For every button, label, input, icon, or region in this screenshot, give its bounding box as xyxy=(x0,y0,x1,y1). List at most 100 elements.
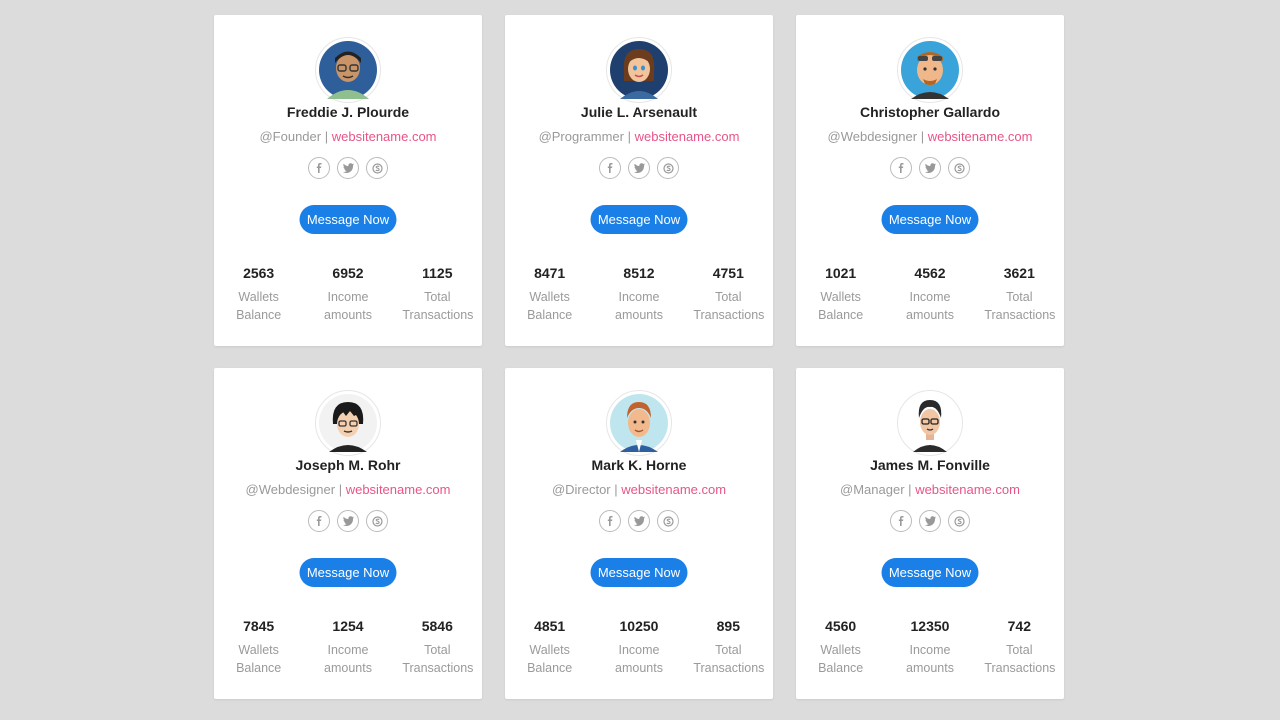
social-links xyxy=(214,510,482,532)
profile-role-line: @Manager | websitename.com xyxy=(796,482,1064,497)
profile-role: @Programmer xyxy=(538,129,624,144)
facebook-icon[interactable] xyxy=(308,157,330,179)
stat-label: Income amounts xyxy=(615,643,663,675)
website-link[interactable]: websitename.com xyxy=(332,129,437,144)
stat-label: Total Transactions xyxy=(402,643,474,675)
stat-value: 8512 xyxy=(623,265,655,281)
stat-wallets-balance: 4851 Wallets Balance xyxy=(505,617,594,677)
stat-value: 4751 xyxy=(712,265,744,281)
stat-wallets-balance: 7845 Wallets Balance xyxy=(214,617,303,677)
avatar[interactable] xyxy=(897,390,963,456)
message-now-button[interactable]: Message Now xyxy=(881,558,979,587)
twitter-icon[interactable] xyxy=(628,510,650,532)
facebook-icon[interactable] xyxy=(890,157,912,179)
message-now-button[interactable]: Message Now xyxy=(881,205,979,234)
profile-role: @Founder xyxy=(259,129,322,144)
stat-value: 7845 xyxy=(243,618,275,634)
stat-label: Total Transactions xyxy=(402,290,474,322)
website-link[interactable]: websitename.com xyxy=(928,129,1033,144)
role-separator: | xyxy=(908,482,912,497)
twitter-icon[interactable] xyxy=(337,157,359,179)
social-links xyxy=(505,157,773,179)
stat-value: 1125 xyxy=(422,265,453,281)
avatar-man-glasses-dark-icon xyxy=(901,394,959,452)
stat-value: 8471 xyxy=(534,265,566,281)
profile-card: Freddie J. Plourde @Founder | websitenam… xyxy=(214,15,482,346)
skype-icon[interactable] xyxy=(366,510,388,532)
website-link[interactable]: websitename.com xyxy=(621,482,726,497)
stat-income-amounts: 1254 Income amounts xyxy=(303,617,392,677)
skype-icon[interactable] xyxy=(366,157,388,179)
avatar[interactable] xyxy=(315,37,381,103)
website-link[interactable]: websitename.com xyxy=(346,482,451,497)
stat-label: Income amounts xyxy=(906,643,954,675)
profile-role: @Webdesigner xyxy=(827,129,918,144)
skype-icon[interactable] xyxy=(948,510,970,532)
stat-value: 12350 xyxy=(910,618,950,634)
profile-role-line: @Programmer | websitename.com xyxy=(505,129,773,144)
facebook-icon[interactable] xyxy=(308,510,330,532)
facebook-icon[interactable] xyxy=(599,510,621,532)
profile-name: James M. Fonville xyxy=(870,457,990,473)
message-now-button[interactable]: Message Now xyxy=(590,205,688,234)
stat-value: 2563 xyxy=(243,265,275,281)
stat-label: Total Transactions xyxy=(693,643,765,675)
profile-role-line: @Founder | websitename.com xyxy=(214,129,482,144)
facebook-icon[interactable] xyxy=(890,510,912,532)
profile-name: Joseph M. Rohr xyxy=(295,457,401,473)
stat-label: Income amounts xyxy=(615,290,663,322)
stat-label: Wallets Balance xyxy=(818,290,864,322)
twitter-icon[interactable] xyxy=(337,510,359,532)
website-link[interactable]: websitename.com xyxy=(915,482,1020,497)
website-link[interactable]: websitename.com xyxy=(635,129,740,144)
stat-total-transactions: 1125 Total Transactions xyxy=(393,264,482,324)
profile-name: Christopher Gallardo xyxy=(859,104,1001,120)
stat-value: 1254 xyxy=(332,618,364,634)
profile-card: Mark K. Horne @Director | websitename.co… xyxy=(505,368,773,699)
twitter-icon[interactable] xyxy=(628,157,650,179)
message-now-button[interactable]: Message Now xyxy=(299,205,397,234)
stat-income-amounts: 8512 Income amounts xyxy=(594,264,683,324)
profile-name: Mark K. Horne xyxy=(591,457,687,473)
stat-label: Wallets Balance xyxy=(818,643,864,675)
role-separator: | xyxy=(920,129,925,144)
stat-income-amounts: 10250 Income amounts xyxy=(594,617,683,677)
stat-total-transactions: 4751 Total Transactions xyxy=(684,264,773,324)
stat-total-transactions: 5846 Total Transactions xyxy=(393,617,482,677)
profile-stats: 2563 Wallets Balance 6952 Income amounts… xyxy=(214,264,482,324)
skype-icon[interactable] xyxy=(948,157,970,179)
twitter-icon[interactable] xyxy=(919,157,941,179)
avatar-man-sunglasses-icon xyxy=(901,41,959,99)
stat-label: Total Transactions xyxy=(984,643,1056,675)
avatar-man-glasses-icon xyxy=(319,41,377,99)
stat-label: Income amounts xyxy=(324,643,372,675)
avatar[interactable] xyxy=(606,390,672,456)
stat-value: 742 xyxy=(1007,618,1031,634)
avatar[interactable] xyxy=(897,37,963,103)
message-now-button[interactable]: Message Now xyxy=(299,558,397,587)
profile-role: @Webdesigner xyxy=(245,482,336,497)
profile-card: James M. Fonville @Manager | websitename… xyxy=(796,368,1064,699)
profile-card-grid: Freddie J. Plourde @Founder | websitenam… xyxy=(214,15,1064,699)
stat-label: Total Transactions xyxy=(693,290,765,322)
profile-role: @Manager xyxy=(840,482,905,497)
skype-icon[interactable] xyxy=(657,157,679,179)
facebook-icon[interactable] xyxy=(599,157,621,179)
avatar-man-suit-icon xyxy=(610,394,668,452)
stat-label: Wallets Balance xyxy=(527,643,573,675)
stat-value: 1021 xyxy=(825,265,857,281)
skype-icon[interactable] xyxy=(657,510,679,532)
avatar[interactable] xyxy=(315,390,381,456)
stat-label: Wallets Balance xyxy=(236,643,282,675)
message-now-button[interactable]: Message Now xyxy=(590,558,688,587)
twitter-icon[interactable] xyxy=(919,510,941,532)
profile-card: Julie L. Arsenault @Programmer | website… xyxy=(505,15,773,346)
avatar[interactable] xyxy=(606,37,672,103)
stat-wallets-balance: 1021 Wallets Balance xyxy=(796,264,885,324)
stat-total-transactions: 742 Total Transactions xyxy=(975,617,1064,677)
stat-label: Wallets Balance xyxy=(527,290,573,322)
stat-value: 10250 xyxy=(619,618,659,634)
profile-stats: 4560 Wallets Balance 12350 Income amount… xyxy=(796,617,1064,677)
stat-value: 6952 xyxy=(332,265,364,281)
avatar-man-dark-hair-icon xyxy=(319,394,377,452)
